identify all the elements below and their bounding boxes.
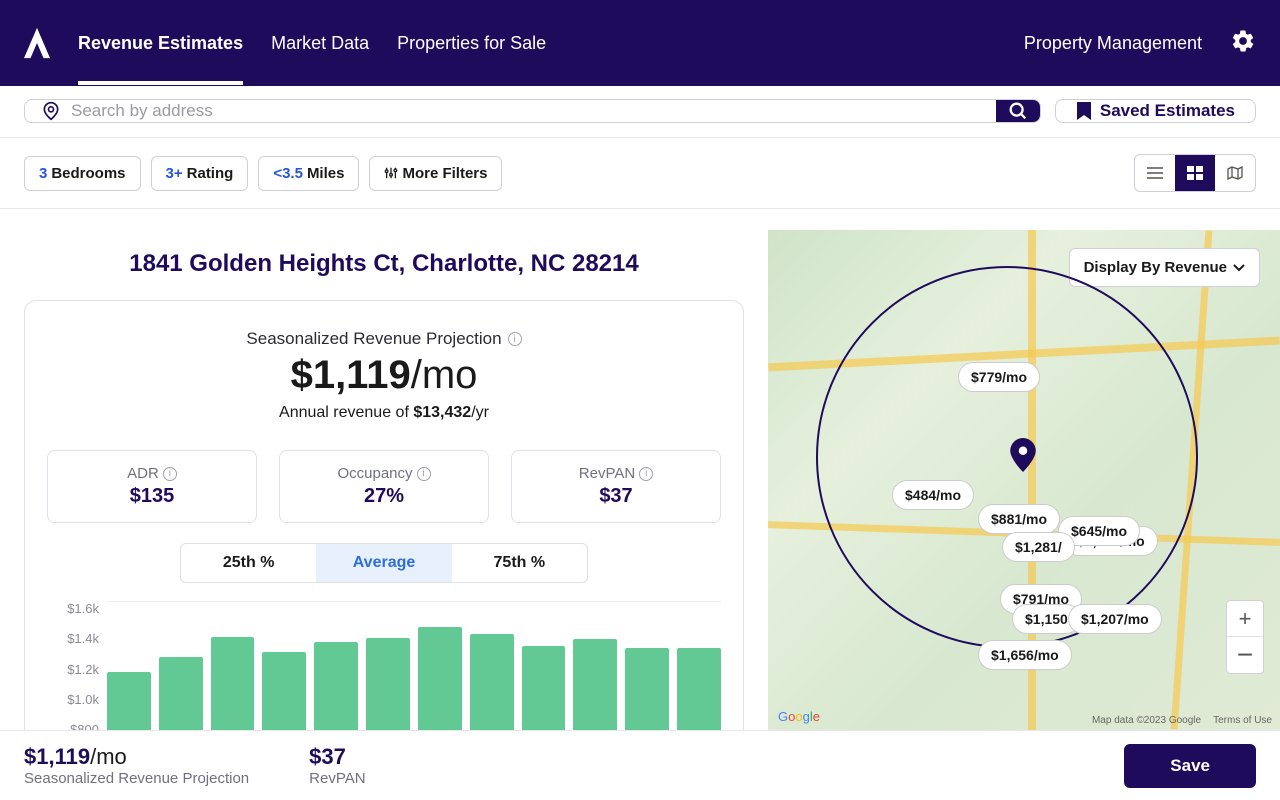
bottom-bar: $1,119/mo Seasonalized Revenue Projectio… [0,730,1280,800]
filter-more[interactable]: More Filters [369,156,502,191]
srp-value: $1,119/mo [47,353,721,398]
list-icon [1147,166,1163,180]
google-logo: Google [778,709,820,724]
search-input[interactable] [71,101,980,121]
left-pane: 1841 Golden Heights Ct, Charlotte, NC 28… [0,230,768,730]
filter-miles[interactable]: <3.5 Miles [258,156,359,191]
map-price-pill[interactable]: $779/mo [958,362,1040,392]
chart-bar [470,634,514,730]
filters-row: 3 Bedrooms 3+ Rating <3.5 Miles More Fil… [0,138,1280,209]
saved-estimates-button[interactable]: Saved Estimates [1055,99,1256,123]
split-icon [1187,166,1203,180]
metric-adr: ADR i $135 [47,450,257,523]
save-button[interactable]: Save [1124,744,1256,788]
chart-bars [107,601,721,730]
search-container [24,99,1041,123]
view-switch [1134,154,1256,192]
chart-bar [262,652,306,730]
nav-property-management[interactable]: Property Management [1024,33,1202,54]
chart-bar [366,638,410,730]
top-nav: Revenue Estimates Market Data Properties… [0,0,1280,86]
search-button[interactable] [996,100,1040,122]
srp-title: Seasonalized Revenue Projection i [246,329,521,349]
nav-revenue-estimates[interactable]: Revenue Estimates [78,2,243,85]
metric-revpan: RevPAN i $37 [511,450,721,523]
tab-75th[interactable]: 75th % [452,544,587,582]
revenue-chart: $1.6k$1.4k$1.2k$1.0k$800 [47,601,721,730]
nav-market-data[interactable]: Market Data [271,2,369,85]
map-display-dropdown[interactable]: Display By Revenue [1069,248,1260,287]
zoom-in-button[interactable]: + [1227,601,1263,637]
filter-bedrooms[interactable]: 3 Bedrooms [24,156,141,191]
chart-bar [159,657,203,730]
map-price-pill[interactable]: $1,656/mo [978,640,1072,670]
chart-bar [314,642,358,730]
bb-srp: $1,119/mo Seasonalized Revenue Projectio… [24,744,249,787]
zoom-out-button[interactable]: − [1227,637,1263,673]
chart-bar [677,648,721,730]
map-center-pin [1010,438,1036,477]
location-icon [41,101,61,121]
chart-bar [418,627,462,730]
map-price-pill[interactable]: $881/mo [978,504,1060,534]
view-map-button[interactable] [1215,155,1255,191]
info-icon[interactable]: i [508,332,522,346]
chevron-down-icon [1233,264,1245,272]
map-attribution: Map data ©2023 GoogleTerms of Use [1092,715,1272,726]
map-pane[interactable]: Display By Revenue $779/mo $484/mo$881/mo… [768,230,1280,730]
view-list-button[interactable] [1135,155,1175,191]
tab-25th[interactable]: 25th % [181,544,316,582]
saved-estimates-label: Saved Estimates [1100,101,1235,121]
srp-annual: Annual revenue of $13,432/yr [47,404,721,422]
settings-icon[interactable] [1230,28,1256,59]
bb-revpan: $37 RevPAN [309,744,365,787]
info-icon[interactable]: i [417,467,431,481]
nav-properties-for-sale[interactable]: Properties for Sale [397,2,546,85]
logo[interactable] [24,27,50,59]
chart-bar [211,637,255,730]
tab-average[interactable]: Average [316,544,451,582]
chart-bar [522,646,566,730]
info-icon[interactable]: i [163,467,177,481]
search-icon [1007,100,1029,122]
filter-rating[interactable]: 3+ Rating [151,156,249,191]
map-price-pill[interactable]: $1,281/ [1002,532,1075,562]
chart-y-axis: $1.6k$1.4k$1.2k$1.0k$800 [47,601,99,730]
property-address: 1841 Golden Heights Ct, Charlotte, NC 28… [24,250,744,278]
search-row: Saved Estimates [0,86,1280,138]
map-zoom-controls: + − [1226,600,1264,674]
bookmark-icon [1076,102,1092,120]
chart-bar [625,648,669,730]
chart-bar [107,672,151,731]
chart-bar [573,639,617,730]
metric-occupancy: Occupancy i 27% [279,450,489,523]
view-split-button[interactable] [1175,155,1215,191]
map-price-pill[interactable]: $484/mo [892,480,974,510]
map-icon [1227,166,1243,180]
map-price-pill[interactable]: $1,207/mo [1068,604,1162,634]
percentile-tabs: 25th % Average 75th % [180,543,588,583]
sliders-icon [384,166,398,180]
info-icon[interactable]: i [639,467,653,481]
revenue-card: Seasonalized Revenue Projection i $1,119… [24,300,744,730]
content: 1841 Golden Heights Ct, Charlotte, NC 28… [0,230,1280,730]
